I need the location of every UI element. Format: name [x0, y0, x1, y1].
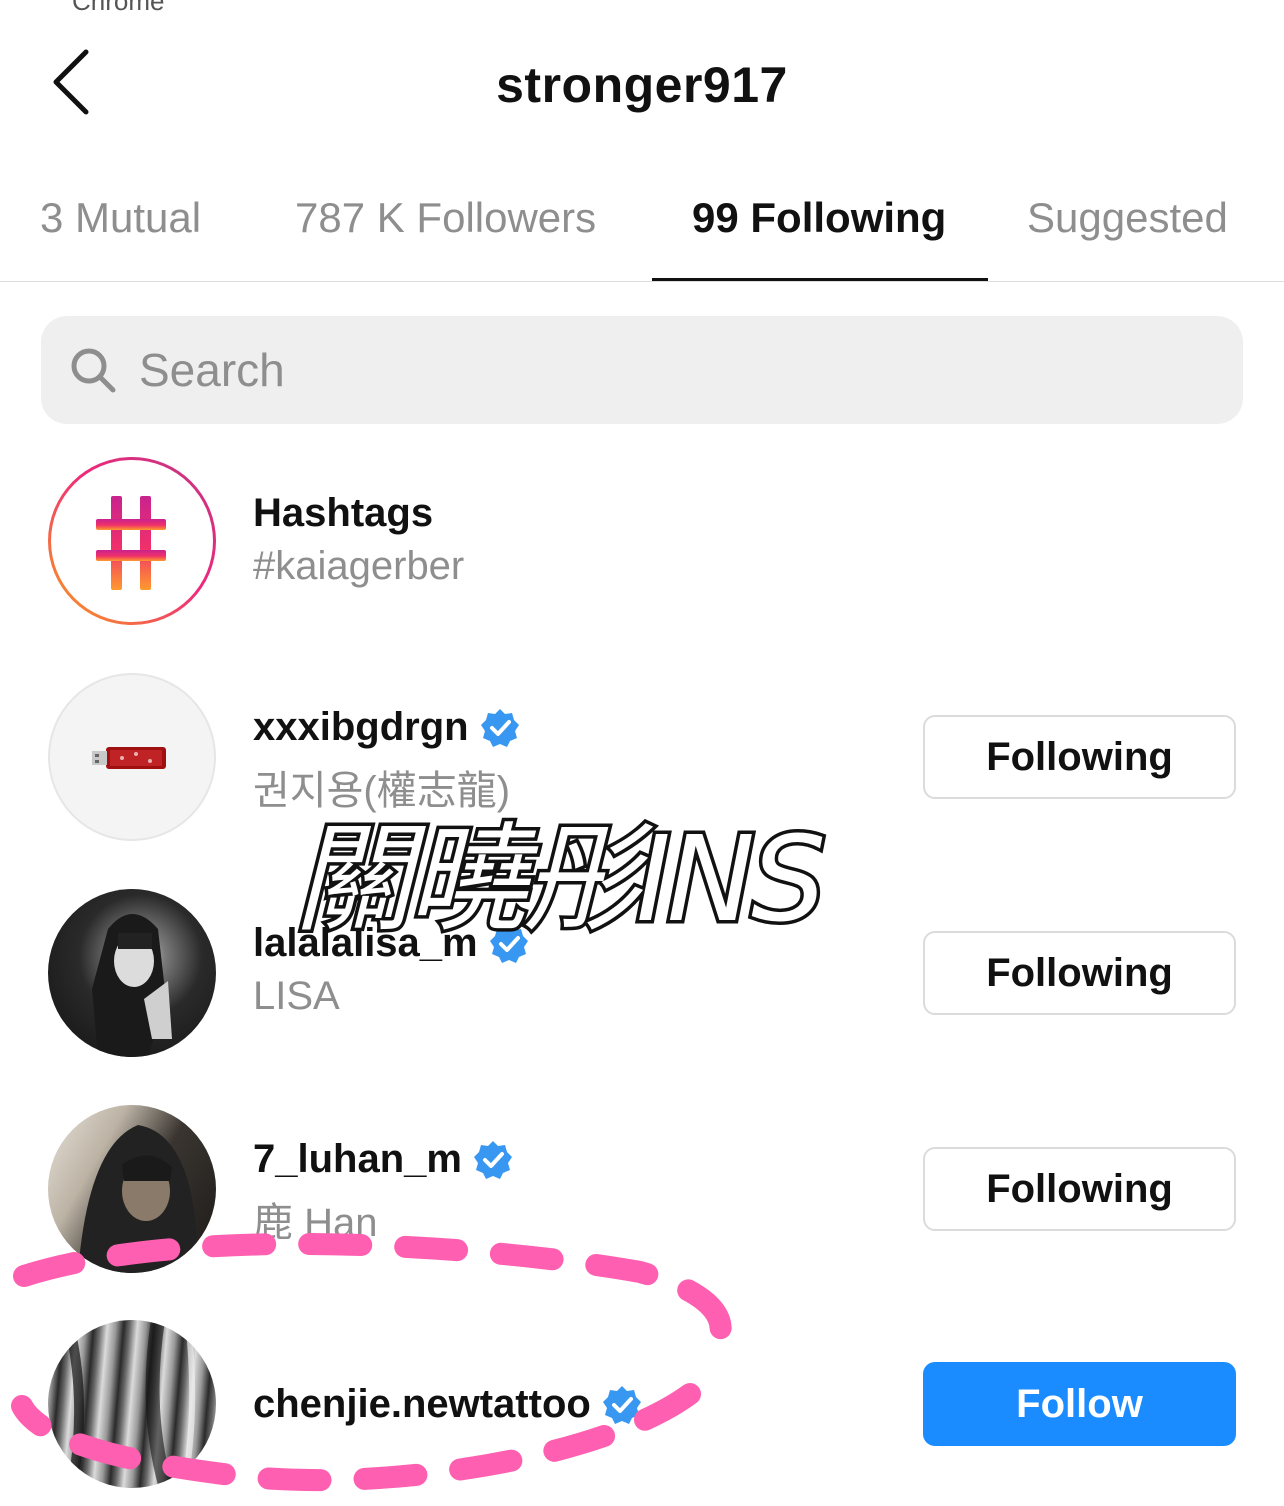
following-button[interactable]: Following — [923, 715, 1236, 799]
avatar[interactable] — [48, 673, 216, 841]
display-name: 권지용(權志龍) — [253, 769, 511, 813]
account-row: xxxibgdrgn 권지용(權志龍) Following — [0, 673, 1284, 853]
account-row: chenjie.newtattoo Follow — [0, 1320, 1284, 1500]
usb-drive-image — [92, 747, 166, 769]
search-box[interactable] — [41, 316, 1243, 424]
active-tab-indicator — [652, 278, 988, 281]
header: stronger917 — [0, 0, 1284, 170]
portrait-photo — [92, 914, 172, 1057]
hashtags-tag: #kaiagerber — [253, 544, 465, 588]
username[interactable]: chenjie.newtattoo — [253, 1382, 591, 1427]
follow-button[interactable]: Follow — [923, 1362, 1236, 1446]
avatar[interactable] — [48, 889, 216, 1057]
portrait-photo — [78, 1125, 198, 1273]
following-button[interactable]: Following — [923, 931, 1236, 1015]
hashtags-row[interactable]: Hashtags #kaiagerber — [0, 457, 1284, 637]
display-name: LISA — [253, 974, 340, 1018]
username[interactable]: xxxibgdrgn — [253, 705, 469, 750]
following-button[interactable]: Following — [923, 1147, 1236, 1231]
display-name: 鹿 Han — [253, 1201, 378, 1245]
hashtags-title: Hashtags — [253, 491, 434, 535]
account-row: lalalalisa_m LISA Following — [0, 889, 1284, 1069]
page-title: stronger917 — [496, 57, 788, 113]
username[interactable]: lalalalisa_m — [253, 921, 478, 966]
verified-icon — [480, 708, 519, 747]
tab-suggested[interactable]: Suggested — [1027, 194, 1228, 242]
search-icon — [71, 348, 116, 393]
tab-bar: 3 Mutual 787 K Followers 99 Following Su… — [0, 170, 1284, 282]
search-input[interactable] — [139, 340, 1199, 400]
account-row: 7_luhan_m 鹿 Han Following — [0, 1105, 1284, 1285]
tab-followers[interactable]: 787 K Followers — [295, 194, 596, 242]
verified-icon — [489, 924, 528, 963]
username[interactable]: 7_luhan_m — [253, 1137, 462, 1182]
verified-icon — [602, 1385, 641, 1424]
avatar[interactable] — [48, 1105, 216, 1273]
tab-following[interactable]: 99 Following — [692, 194, 946, 242]
avatar[interactable] — [48, 1320, 216, 1488]
hashtag-icon — [96, 496, 166, 590]
hashtag-avatar[interactable] — [48, 457, 216, 625]
tab-mutual[interactable]: 3 Mutual — [40, 194, 201, 242]
verified-icon — [473, 1140, 512, 1179]
ink-artwork-photo — [63, 1320, 196, 1488]
